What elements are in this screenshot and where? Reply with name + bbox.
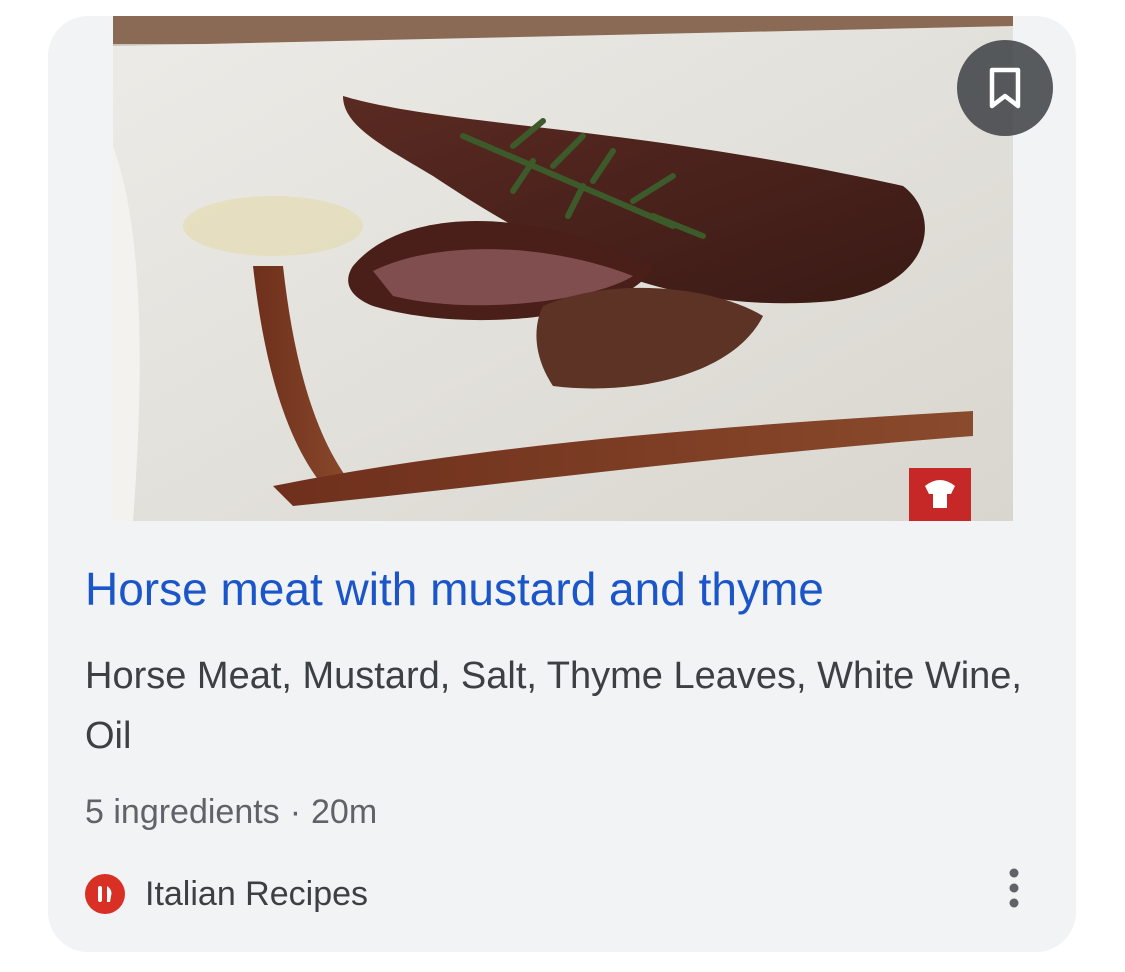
recipe-meta: 5 ingredients · 20m: [85, 788, 377, 836]
recipe-card[interactable]: Horse meat with mustard and thyme Horse …: [48, 16, 1076, 952]
recipe-photo: [113, 16, 1013, 521]
cook-time: 20m: [311, 793, 378, 831]
save-button[interactable]: [957, 40, 1053, 136]
ingredients-list: Horse Meat, Mustard, Salt, Thyme Leaves,…: [85, 655, 1022, 757]
more-options-button[interactable]: [988, 862, 1040, 914]
bookmark-icon: [989, 67, 1021, 109]
meta-separator: ·: [289, 793, 302, 831]
source-name: Italian Recipes: [145, 874, 369, 913]
fork-knife-icon: [85, 874, 125, 914]
more-vert-icon: [1009, 868, 1019, 908]
recipe-image[interactable]: [113, 16, 1013, 521]
ingredient-count: 5 ingredients: [85, 793, 280, 831]
source-link[interactable]: Italian Recipes: [85, 868, 368, 920]
recipe-title[interactable]: Horse meat with mustard and thyme: [85, 561, 824, 617]
